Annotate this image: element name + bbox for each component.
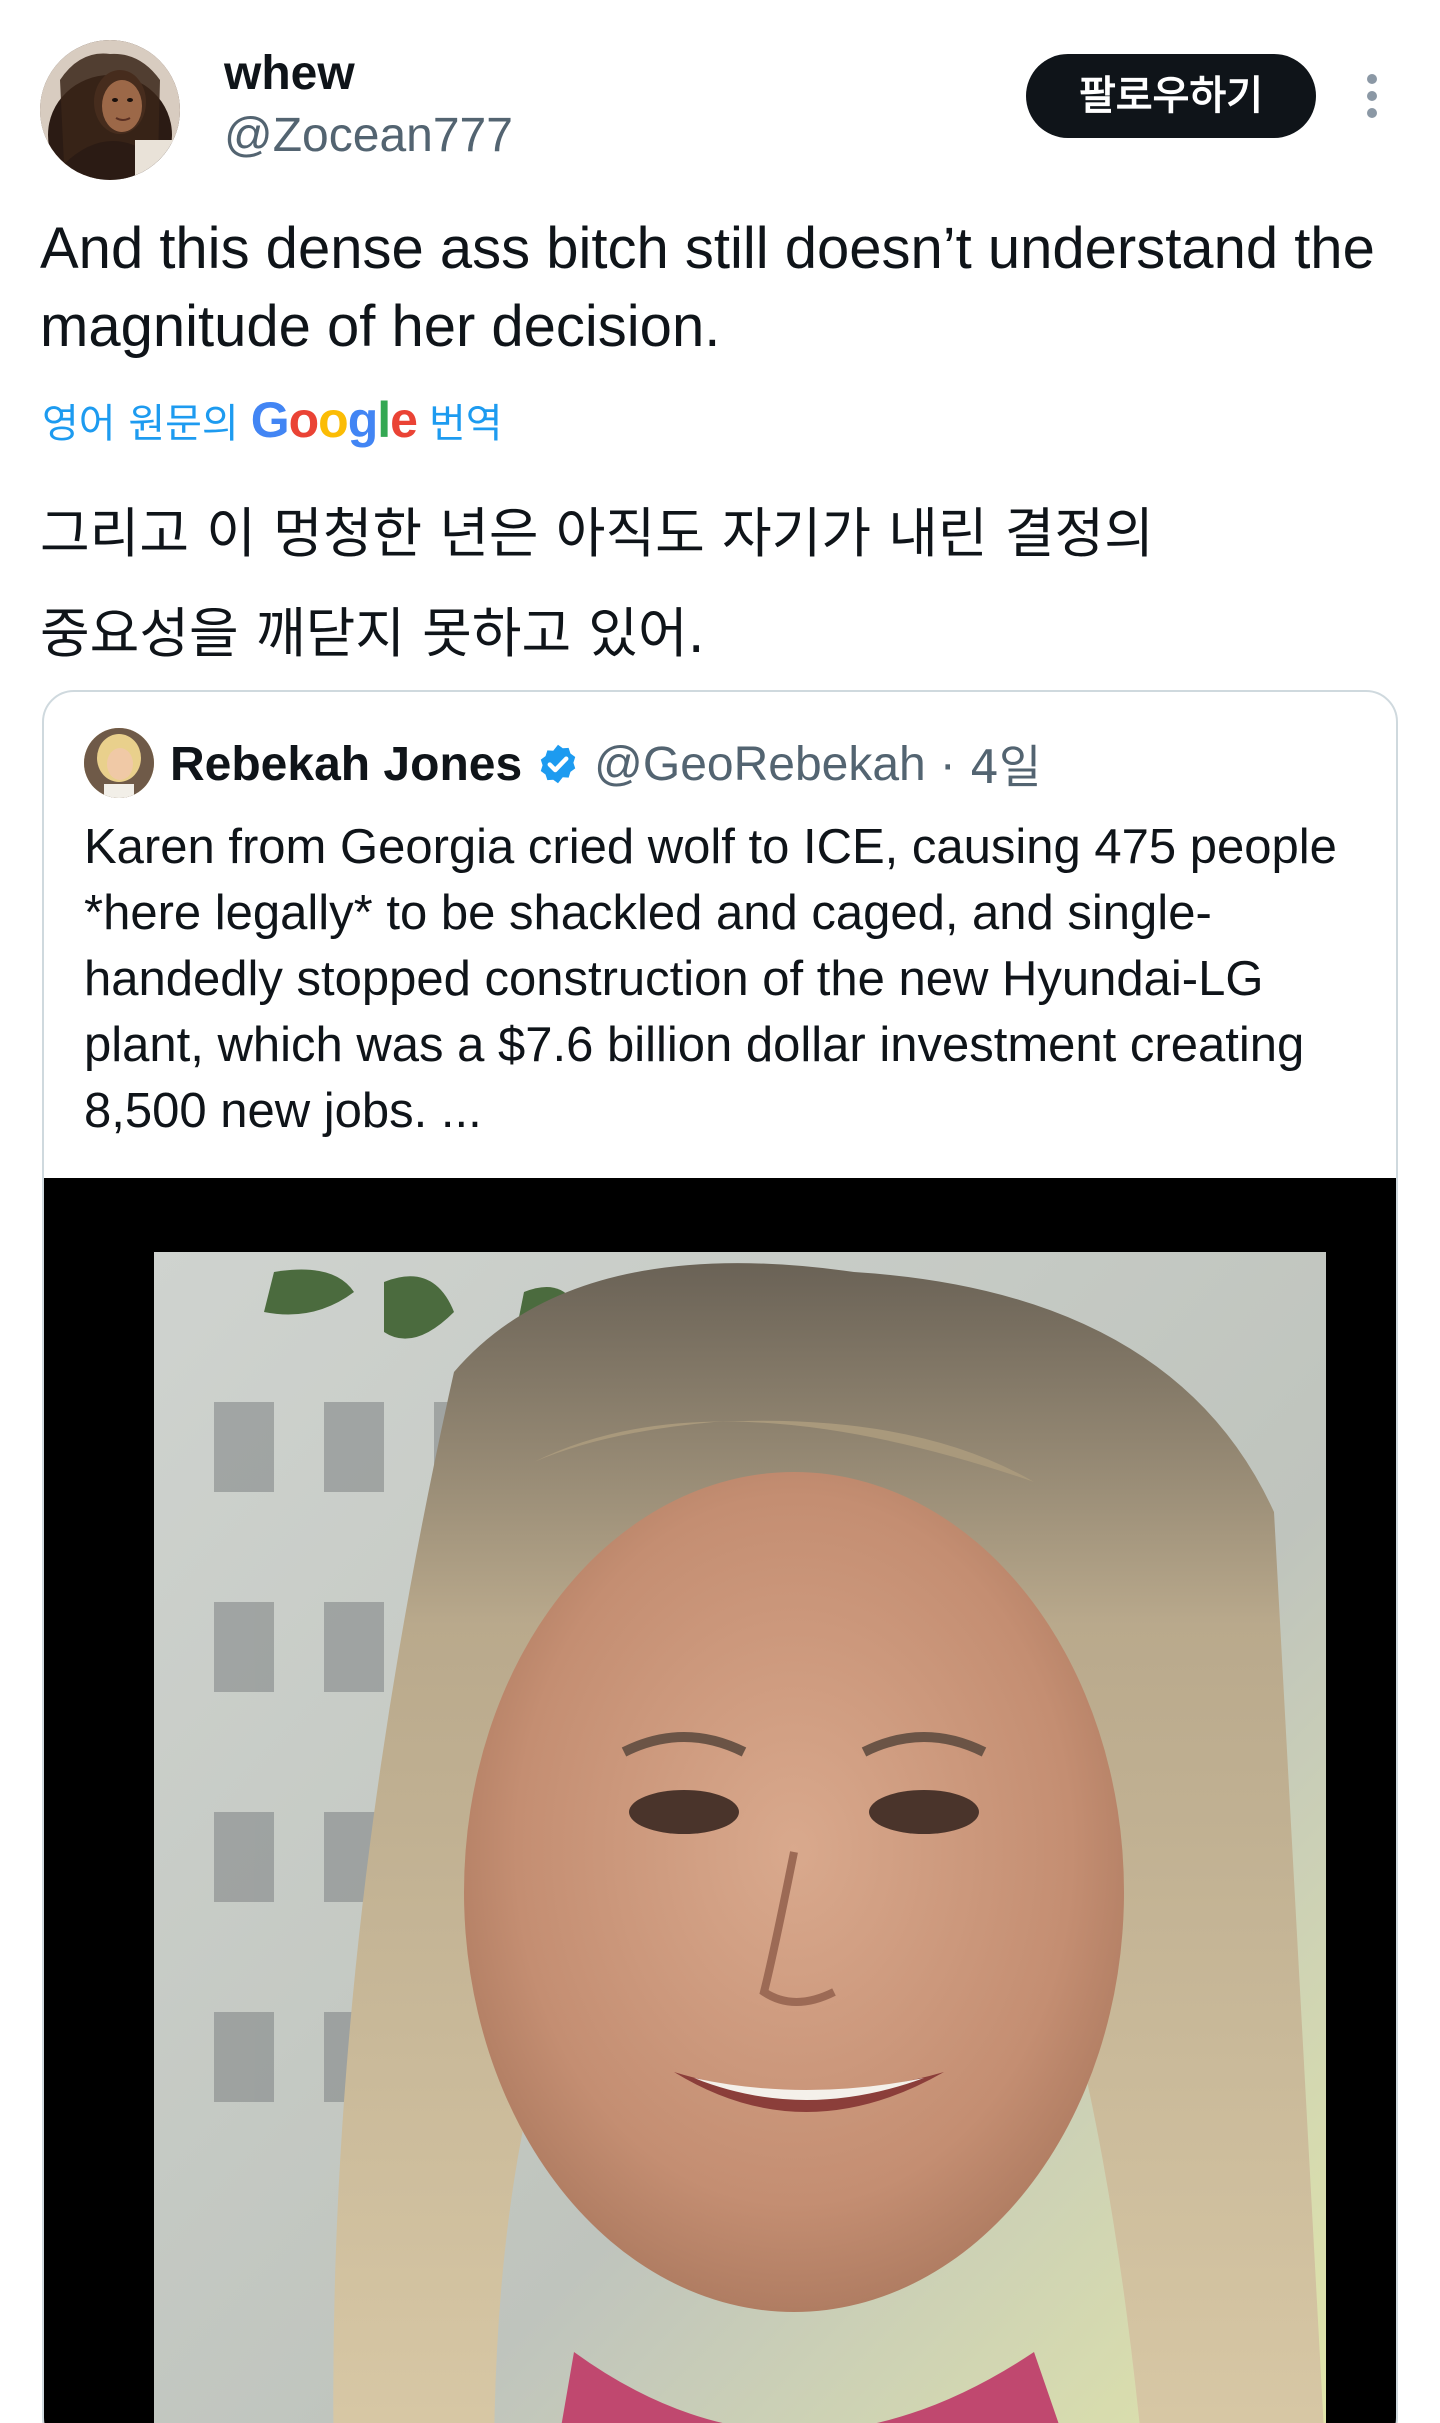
- quoted-tweet-text: Karen from Georgia cried wolf to ICE, ca…: [84, 820, 1337, 1138]
- translation-prefix: 영어 원문의: [42, 401, 239, 447]
- translation-suffix: 번역: [428, 401, 503, 447]
- author-avatar-image: [40, 40, 180, 180]
- quoted-tweet-media[interactable]: [44, 1178, 1396, 2423]
- more-dot: [1367, 74, 1377, 84]
- translated-text: 그리고 이 멍청한 년은 아직도 자기가 내린 결정의 중요성을 깨닫지 못하고…: [40, 484, 1400, 684]
- translated-line: 그리고 이 멍청한 년은 아직도 자기가 내린 결정의: [40, 502, 1154, 565]
- portrait-photo-image: [154, 1252, 1326, 2423]
- quoted-tweet-header: Rebekah Jones @GeoRebekah · 4일: [170, 732, 1041, 796]
- separator-dot: ·: [939, 737, 956, 791]
- quoted-author-avatar-image: [84, 728, 154, 798]
- tweet-text: And this dense ass bitch still doesn’t u…: [40, 216, 1375, 359]
- author-handle[interactable]: @Zocean777: [224, 108, 513, 164]
- author-avatar[interactable]: [40, 40, 180, 180]
- media-photo: [154, 1252, 1326, 2423]
- more-dot: [1367, 108, 1377, 118]
- verified-badge-icon: [540, 744, 576, 784]
- author-display-name[interactable]: whew: [224, 44, 355, 104]
- quoted-tweet-card[interactable]: Rebekah Jones @GeoRebekah · 4일 Karen fro…: [42, 690, 1398, 2423]
- translated-line: 중요성을 깨닫지 못하고 있어.: [40, 602, 705, 665]
- quoted-tweet-time: 4일: [969, 740, 1042, 794]
- quoted-author-handle: @GeoRebekah: [594, 737, 926, 791]
- more-vertical-icon[interactable]: [1352, 68, 1392, 124]
- google-logo: Google: [250, 392, 418, 448]
- quoted-author-name: Rebekah Jones: [170, 737, 523, 791]
- tweet-page: whew @Zocean777 팔로우하기 And this dense ass…: [0, 0, 1440, 2423]
- follow-button[interactable]: 팔로우하기: [1026, 54, 1316, 138]
- more-dot: [1367, 91, 1377, 101]
- translation-attribution[interactable]: 영어 원문의 Google 번역: [42, 390, 503, 450]
- quoted-author-avatar: [84, 728, 154, 798]
